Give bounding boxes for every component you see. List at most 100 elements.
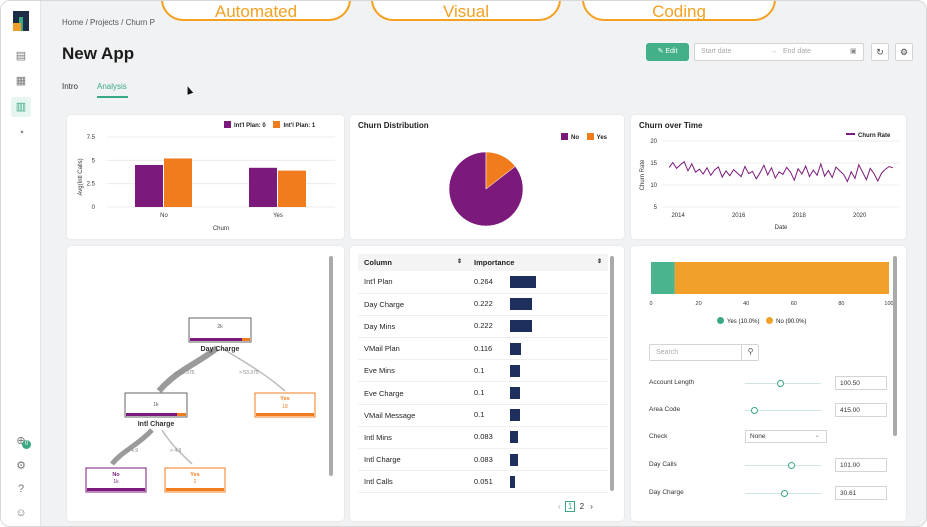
importance-value: 0.222 [474,321,493,331]
tree-edge-lr [161,429,193,465]
table-row[interactable]: VMail Message 0.1 [358,404,608,427]
table-row[interactable]: VMail Plan 0.116 [358,337,608,361]
legend-no-pct: No (90.0%) [776,319,807,325]
row-column-name: Eve Charge [358,381,468,405]
refresh-icon: ↻ [876,47,884,57]
gear-icon[interactable]: ⚙ [11,456,31,476]
coding-label: Coding [582,1,776,21]
prediction-legend: Yes (10.0%) No (90.0%) [717,317,807,325]
column-header[interactable]: Column ⇕ [358,254,468,271]
field-slider[interactable] [745,462,821,469]
edge-right-label: > 53.375 [239,370,259,376]
row-column-name: Eve Mins [358,359,468,383]
bar-chart-card: Int'l Plan: 0 Int'l Plan: 1 7.5 5 2.5 0 No Ye… [67,115,344,239]
document-icon[interactable]: ▤ [11,46,31,66]
user-icon[interactable]: ☺ [11,503,31,523]
table-row[interactable]: Int'l Plan 0.264 [358,271,608,294]
chart-icon[interactable]: ▥ [11,97,31,117]
field-value-input[interactable]: 100.50 [835,376,887,390]
page-1[interactable]: 1 [564,501,576,512]
field-value-input[interactable]: 30.61 [835,486,887,500]
table-row[interactable]: Day Mins 0.222 [358,315,608,339]
help-icon[interactable]: ? [11,479,31,499]
table-row[interactable]: Eve Charge 0.1 [358,381,608,405]
importance-value: 0.116 [474,343,493,353]
row-importance: 0.264 [468,271,608,294]
root-count: 2k [217,324,223,330]
grid-icon[interactable]: ▦ [11,71,31,91]
check-select[interactable]: None ⌄ [745,430,827,443]
x-tick-label: 2014 [671,213,685,219]
slider-handle[interactable] [788,462,796,469]
no-leaf-count: 1k [113,479,119,485]
field-slider[interactable] [745,407,821,414]
prediction-scrollbar[interactable] [893,256,897,436]
importance-bar [510,342,522,355]
field-value-input[interactable]: 101.00 [835,458,887,472]
breadcrumb[interactable]: Home / Projects / Churn P [62,18,155,27]
row-column-name: Intl Charge [358,448,468,472]
y-axis-label: Churn Rate [640,159,646,190]
calendar-icon[interactable]: ▣ [850,47,857,55]
importance-header[interactable]: Importance ⇕ [468,254,608,271]
importance-bar [510,431,519,444]
tree-scrollbar[interactable] [329,256,333,476]
field-slider[interactable] [745,490,821,497]
importance-value: 0.083 [474,432,493,442]
importance-bar [510,298,532,311]
refresh-button[interactable]: ↻ [871,43,889,61]
gauge-icon[interactable]: ◔ [11,123,31,143]
row-column-name: VMail Message [358,404,468,427]
y-tick-label: 20 [650,139,657,145]
y-tick-label: 5 [92,158,96,164]
table-row[interactable]: Day Charge 0.222 [358,293,608,316]
end-date-placeholder[interactable]: End date [783,48,811,55]
start-date-placeholder[interactable]: Start date [701,48,731,55]
importance-value: 0.1 [474,388,485,398]
chevron-down-icon: ⌄ [814,432,820,439]
yes-leaf-count: 2 [193,479,197,485]
table-row[interactable]: Eve Mins 0.1 [358,359,608,383]
no-leaf-label: No [112,472,120,478]
slider-handle[interactable] [750,407,758,414]
search-icon[interactable]: ⚲ [741,344,759,361]
table-row[interactable]: Intl Calls 0.051 [358,470,608,494]
field-label: Day Charge [649,489,684,496]
field-label: Area Code [649,406,681,413]
pagination: ‹ 1 2 › [558,501,593,512]
slider-handle[interactable] [781,490,789,497]
prediction-bar: 0 20 40 60 80 100 [649,262,894,307]
importance-bar [510,275,536,288]
date-range-picker[interactable]: Start date → End date ▣ [694,43,864,61]
row-importance: 0.083 [468,448,608,472]
bar-yes-1 [278,170,306,207]
yes-leaf-label: Yes [190,472,200,478]
prediction-yes-bar [651,262,675,294]
importance-value: 0.083 [474,454,493,464]
row-column-name: Intl Calls [358,470,468,494]
importance-value: 0.051 [474,476,493,486]
prev-page-icon[interactable]: ‹ [558,502,561,511]
pie-chart [448,151,524,227]
notification-badge: 0 [22,440,31,449]
bar-no-0 [135,165,163,207]
page-2[interactable]: 2 [580,502,584,511]
importance-bar [510,409,520,422]
slider-handle[interactable] [776,380,784,387]
table-row[interactable]: Intl Charge 0.083 [358,448,608,472]
tab-analysis[interactable]: Analysis [97,82,127,91]
next-page-icon[interactable]: › [590,502,593,511]
settings-button[interactable]: ⚙ [895,43,913,61]
tab-intro[interactable]: Intro [62,82,78,91]
field-slider[interactable] [745,380,821,387]
field-value-input[interactable]: 415.00 [835,403,887,417]
table-scrollbar[interactable] [610,256,614,491]
mid-label: Intl Charge [137,421,175,428]
y-tick-label: 10 [650,183,657,189]
row-importance: 0.083 [468,426,608,450]
row-importance: 0.1 [468,381,608,405]
table-row[interactable]: Intl Mins 0.083 [358,426,608,450]
edit-button[interactable]: ✎ Edit [646,43,689,61]
search-input[interactable]: Search ⚲ [649,344,759,361]
row-column-name: VMail Plan [358,337,468,361]
